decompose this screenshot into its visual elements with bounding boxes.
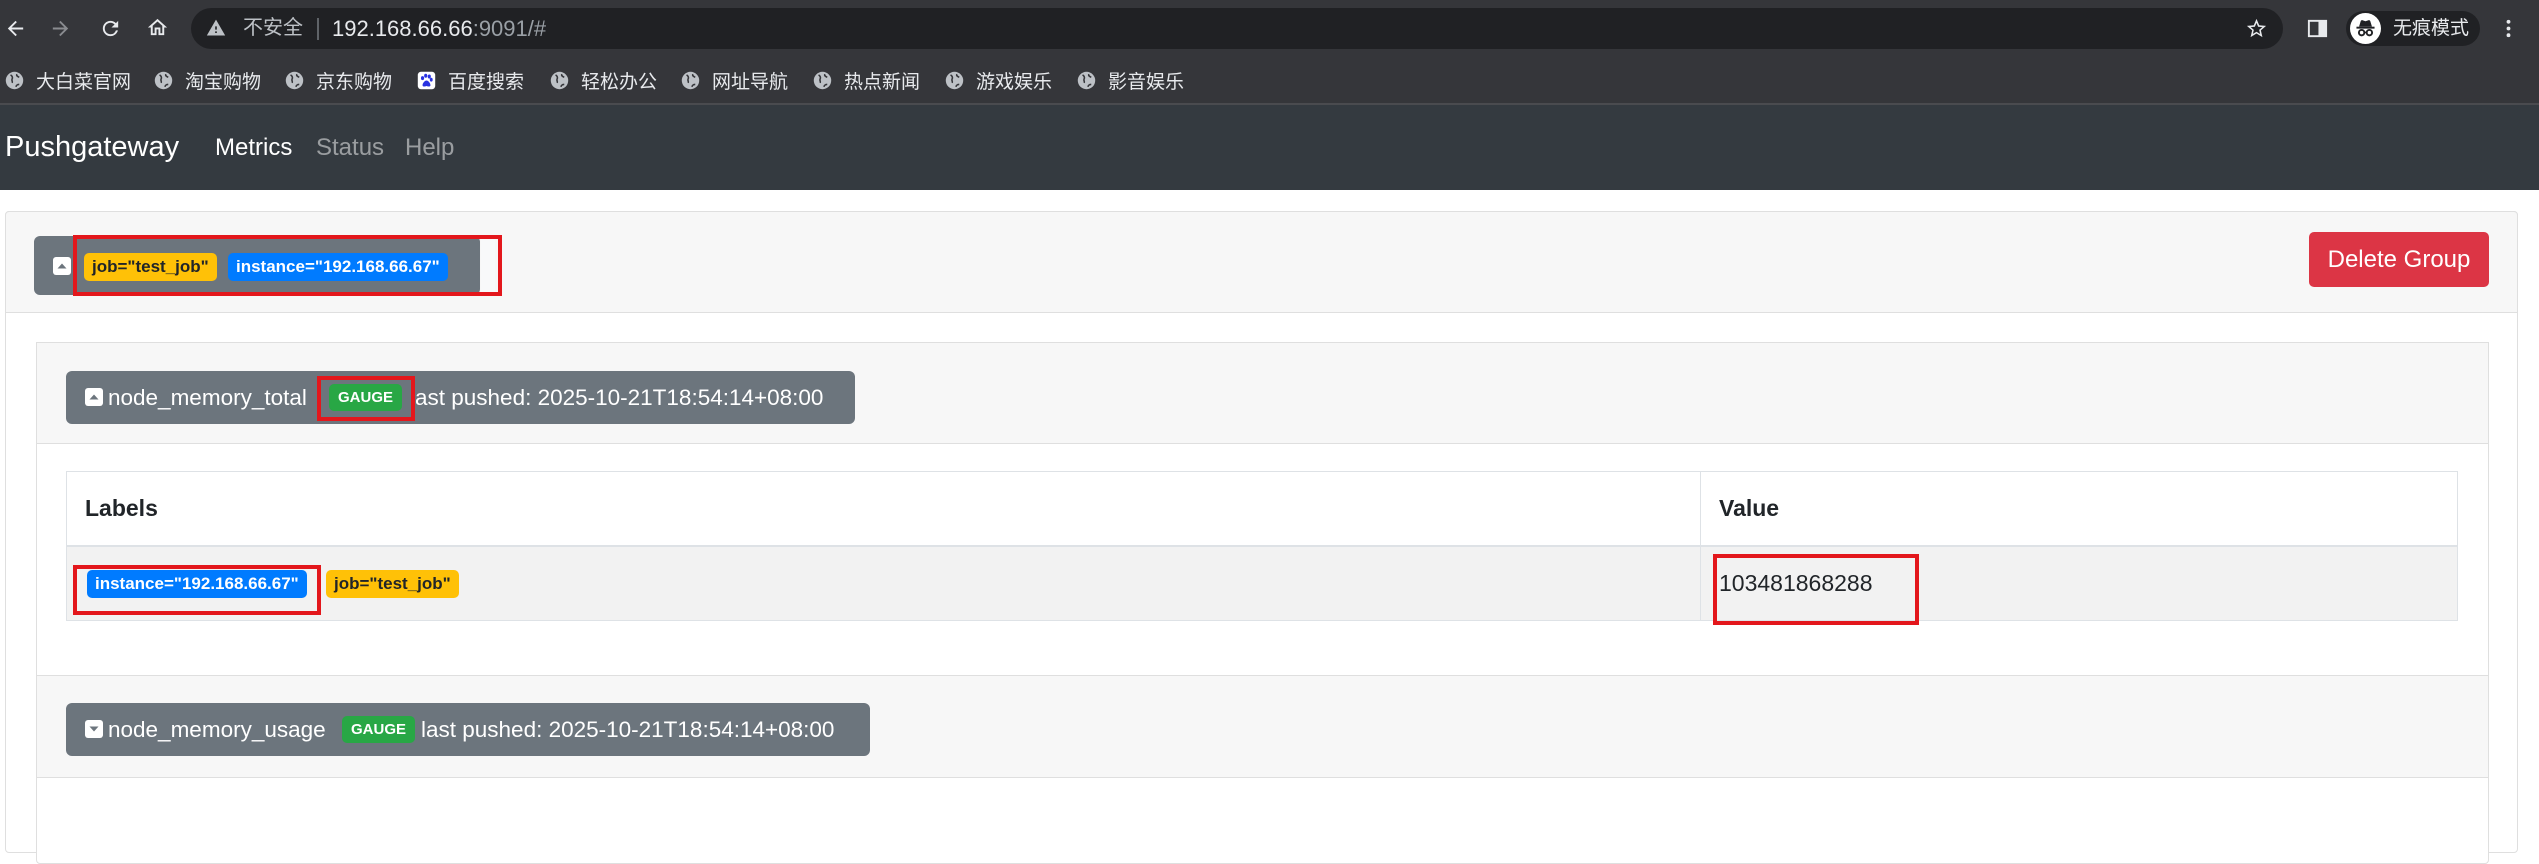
bookmark-label: 百度搜索	[448, 71, 525, 93]
label-badges: instance="192.168.66.67" job="test_job"	[85, 569, 1700, 598]
metric-toggle-button[interactable]: node_memory_total GAUGE last pushed: 202…	[66, 371, 855, 424]
address-bar[interactable]: 不安全 192.168.66.66:9091/#	[191, 8, 2283, 49]
not-secure-warning-icon[interactable]	[206, 18, 226, 38]
bookmark-item[interactable]: 影音娱乐	[1077, 57, 1184, 103]
omnibox-separator	[317, 18, 319, 40]
label-badge-job: job="test_job"	[326, 569, 459, 598]
bookmark-item[interactable]: 百度搜索	[417, 57, 524, 103]
bookmark-label: 京东购物	[316, 71, 393, 93]
bookmark-label: 影音娱乐	[1108, 71, 1185, 93]
bookmark-label: 大白菜官网	[36, 71, 132, 93]
url-path: :9091/#	[472, 16, 547, 41]
group-label-badge-instance: instance="192.168.66.67"	[228, 253, 448, 281]
metric-samples-table: Labels Value instance="192.168.66.67" jo…	[66, 471, 2458, 621]
globe-icon	[154, 71, 173, 89]
label-badge-instance: instance="192.168.66.67"	[87, 569, 307, 598]
group-toggle-button[interactable]: job="test_job" instance="192.168.66.67"	[34, 236, 480, 295]
metric-toggle-button[interactable]: node_memory_usage GAUGE last pushed: 202…	[66, 703, 870, 756]
column-header-value: Value	[1700, 471, 2458, 547]
bookmark-item[interactable]: 网址导航	[681, 57, 788, 103]
globe-icon	[1077, 71, 1096, 89]
incognito-icon	[2350, 13, 2381, 44]
collapse-icon[interactable]	[52, 256, 72, 276]
globe-icon	[813, 71, 832, 89]
url-host: 192.168.66.66	[332, 16, 473, 41]
column-header-labels: Labels	[66, 471, 1701, 547]
navbar: Pushgateway Metrics Status Help	[0, 105, 2539, 190]
bookmark-label: 网址导航	[712, 71, 789, 93]
reload-icon[interactable]	[99, 17, 122, 40]
metric-type-badge: GAUGE	[342, 716, 416, 743]
globe-icon	[285, 71, 304, 89]
globe-icon	[550, 71, 569, 89]
bookmark-item[interactable]: 热点新闻	[813, 57, 920, 103]
bookmark-star-icon[interactable]	[2245, 17, 2268, 40]
labels-cell: instance="192.168.66.67" job="test_job"	[66, 545, 1701, 621]
value-cell: 103481868288	[1700, 545, 2458, 621]
bookmark-label: 热点新闻	[844, 71, 921, 93]
bookmark-label: 游戏娱乐	[976, 71, 1053, 93]
nav-link-help[interactable]: Help	[405, 105, 454, 190]
collapse-icon[interactable]	[84, 387, 104, 407]
incognito-label: 无痕模式	[2393, 18, 2470, 39]
bookmark-item[interactable]: 游戏娱乐	[945, 57, 1052, 103]
expand-icon[interactable]	[84, 719, 104, 739]
metric-last-pushed: last pushed: 2025-10-21T18:54:14+08:00	[410, 385, 824, 410]
url-text[interactable]: 192.168.66.66:9091/#	[332, 8, 546, 49]
security-label[interactable]: 不安全	[243, 8, 303, 49]
metric-name: node_memory_total	[108, 385, 307, 410]
bookmark-item[interactable]: 大白菜官网	[5, 57, 131, 103]
group-button-edge	[481, 238, 495, 293]
nav-link-status[interactable]: Status	[316, 105, 384, 190]
delete-group-button[interactable]: Delete Group	[2309, 232, 2489, 287]
globe-icon	[681, 71, 700, 89]
bookmark-item[interactable]: 淘宝购物	[154, 57, 261, 103]
incognito-indicator[interactable]: 无痕模式	[2346, 11, 2480, 46]
back-icon[interactable]	[4, 17, 27, 40]
side-panel-icon[interactable]	[2306, 17, 2329, 40]
metric-name: node_memory_usage	[108, 717, 326, 742]
more-menu-icon[interactable]	[2497, 17, 2520, 40]
metric-type-badge: GAUGE	[329, 384, 403, 411]
globe-icon	[5, 71, 24, 89]
bookmark-item[interactable]: 京东购物	[285, 57, 392, 103]
bookmarks-bar: 大白菜官网 淘宝购物 京东购物 百度搜索 轻松办公 网址导航 热点新闻 游戏娱乐…	[0, 57, 2539, 105]
bookmark-label: 淘宝购物	[185, 71, 262, 93]
bookmark-label: 轻松办公	[581, 71, 658, 93]
home-icon[interactable]	[146, 16, 169, 39]
metric-last-pushed: last pushed: 2025-10-21T18:54:14+08:00	[421, 717, 835, 742]
baidu-icon	[417, 71, 436, 89]
bookmark-item[interactable]: 轻松办公	[550, 57, 657, 103]
nav-link-metrics[interactable]: Metrics	[215, 105, 292, 190]
forward-icon[interactable]	[49, 17, 72, 40]
group-label-badge-job: job="test_job"	[84, 253, 217, 281]
globe-icon	[945, 71, 964, 89]
table-row: instance="192.168.66.67" job="test_job" …	[66, 545, 2458, 621]
navbar-brand[interactable]: Pushgateway	[5, 105, 179, 190]
table-header-row: Labels Value	[66, 471, 2458, 547]
